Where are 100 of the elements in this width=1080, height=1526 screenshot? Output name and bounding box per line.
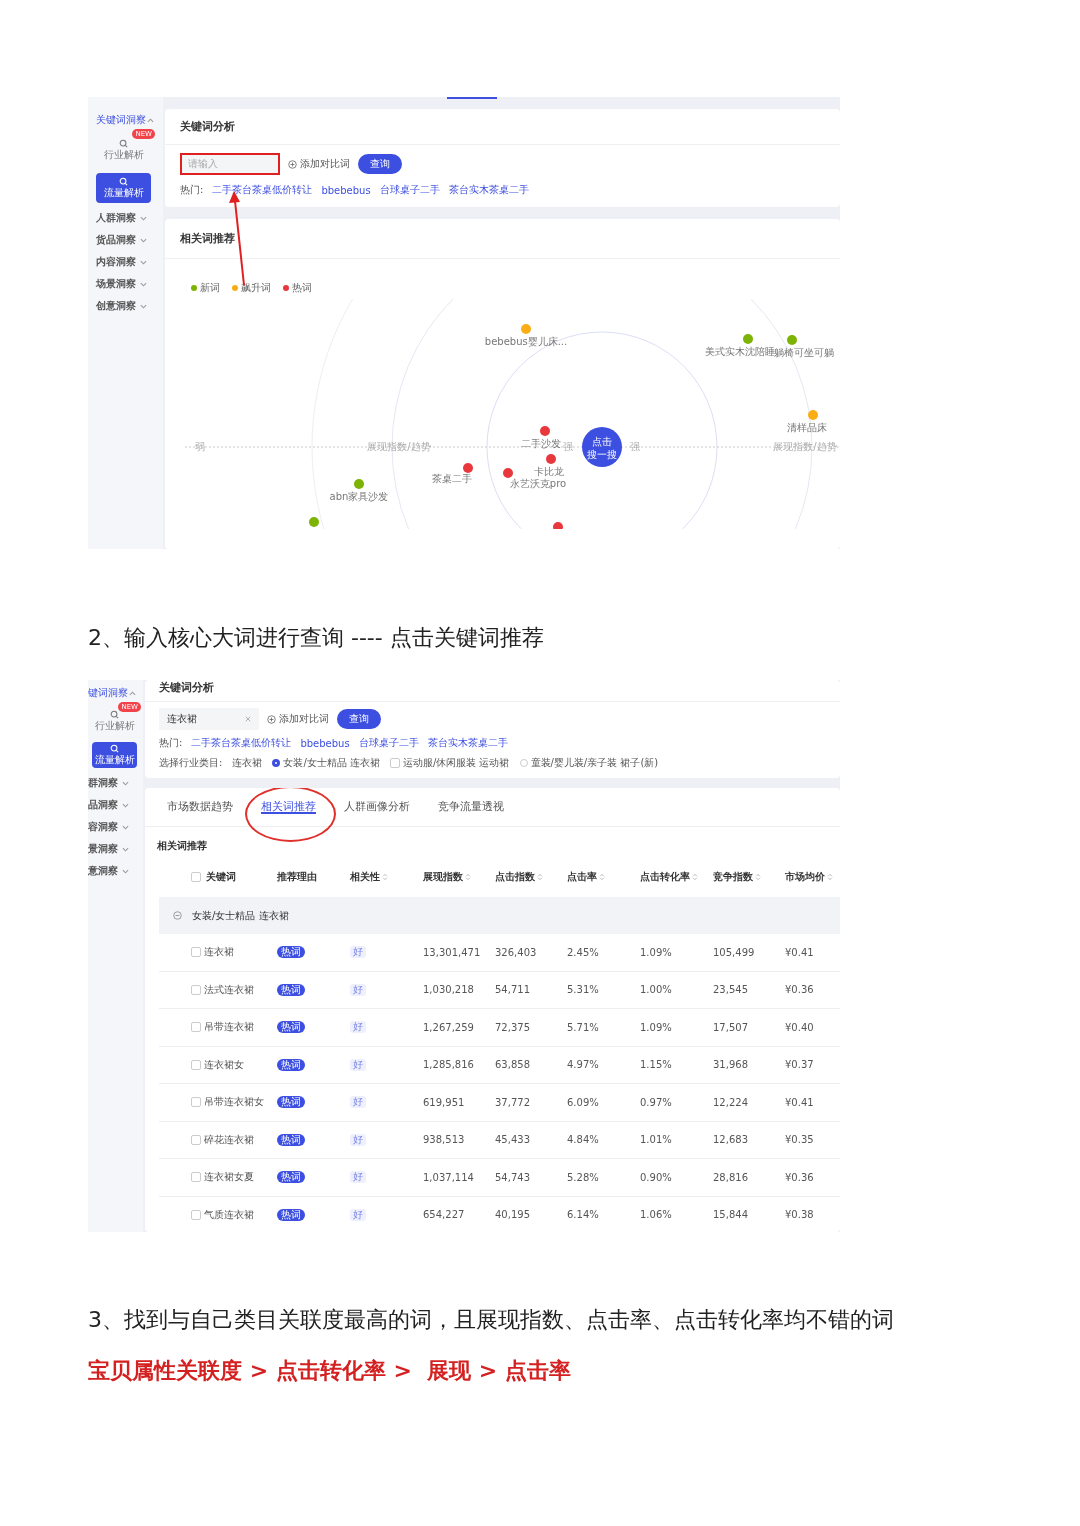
keyword-dot[interactable]	[743, 334, 753, 344]
checkbox[interactable]	[389, 758, 400, 768]
checkbox[interactable]	[191, 1172, 201, 1183]
sidebar-item[interactable]: 流量解析	[96, 173, 151, 203]
relevance-tag: 好	[350, 946, 366, 959]
checkbox[interactable]	[191, 1209, 201, 1220]
tab[interactable]: 竞争流量透视	[438, 800, 504, 812]
sort-icon	[382, 873, 388, 881]
sidebar-group[interactable]: 品洞察	[88, 798, 129, 812]
keyword-dot[interactable]	[521, 324, 531, 334]
checkbox[interactable]	[191, 984, 201, 995]
checkbox[interactable]	[191, 1097, 201, 1108]
table-cell: ¥0.36	[785, 984, 814, 996]
table-cell: 1,285,816	[423, 1059, 474, 1071]
column-header[interactable]: 市场均价	[785, 870, 840, 884]
table-cell: 15,844	[713, 1209, 748, 1221]
table-cell: 4.84%	[567, 1134, 599, 1146]
sidebar-group[interactable]: 意洞察	[88, 864, 129, 878]
column-header[interactable]: 推荐理由	[277, 870, 350, 884]
table-cell: ¥0.41	[785, 1096, 814, 1108]
hot-keyword-link[interactable]: bbebebus	[321, 184, 371, 196]
hot-keyword-link[interactable]: 台球桌子二手	[358, 736, 419, 750]
group-row[interactable]: 女装/女士精品 连衣裙	[159, 897, 840, 934]
keyword-dot[interactable]	[354, 479, 364, 489]
checkbox[interactable]	[191, 1134, 201, 1145]
sort-icon	[599, 873, 605, 881]
column-header[interactable]: 点击转化率	[640, 870, 713, 884]
search-bubble-button[interactable]: 点击 搜一搜	[582, 427, 622, 467]
search-icon	[119, 176, 128, 186]
keyword-dot[interactable]	[503, 468, 513, 478]
table-cell: ¥0.35	[785, 1134, 814, 1146]
table-cell: 1.00%	[640, 984, 672, 996]
section-title: 相关词推荐	[156, 839, 208, 853]
hot-keyword-link[interactable]: 茶台实木茶桌二手	[448, 183, 529, 197]
table-cell: 1.15%	[640, 1059, 672, 1071]
hot-label: 热门:	[159, 736, 183, 750]
query-button[interactable]: 查询	[337, 709, 381, 729]
keyword-dot[interactable]	[463, 463, 473, 473]
hot-keyword-link[interactable]: 茶台实木茶桌二手	[427, 736, 508, 750]
column-header[interactable]: 点击率	[567, 870, 640, 884]
keyword-cell: 连衣裙女	[204, 1057, 244, 1072]
checkbox[interactable]	[191, 1022, 201, 1033]
table-cell: 1.06%	[640, 1209, 672, 1221]
table-cell: 1,267,259	[423, 1021, 474, 1033]
radio-button[interactable]	[272, 759, 281, 767]
reason-badge: 热词	[277, 1021, 305, 1034]
table-cell: 5.71%	[567, 1021, 599, 1033]
sidebar-group[interactable]: 场景洞察	[96, 277, 147, 291]
column-header[interactable]: 点击指数	[495, 870, 567, 884]
tab[interactable]: 市场数据趋势	[167, 800, 233, 812]
keyword-dot[interactable]	[787, 335, 797, 345]
axis-label: 强	[563, 441, 573, 452]
sidebar-group[interactable]: 人群洞察	[96, 211, 147, 225]
tab[interactable]: 人群画像分析	[344, 800, 410, 812]
hot-keyword-link[interactable]: 台球桌子二手	[379, 183, 440, 197]
sidebar-section[interactable]: 关键词洞察	[96, 113, 154, 127]
keyword-label: 二手沙发	[521, 438, 561, 449]
hot-keyword-link[interactable]: 二手茶台茶桌低价转让	[212, 183, 313, 197]
add-compare-link[interactable]: 添加对比词	[288, 157, 350, 171]
column-header[interactable]: 相关性	[350, 870, 423, 884]
table-cell: 4.97%	[567, 1059, 599, 1071]
table-cell: 40,195	[495, 1209, 530, 1221]
table-cell: 37,772	[495, 1096, 530, 1108]
sidebar-group[interactable]: 货品洞察	[96, 233, 147, 247]
checkbox[interactable]	[191, 1059, 201, 1070]
checkbox[interactable]	[191, 947, 201, 958]
hot-keyword-link[interactable]: bbebebus	[300, 737, 350, 749]
sidebar-item[interactable]: 流量解析	[92, 742, 137, 768]
query-button[interactable]: 查询	[358, 154, 402, 174]
search-field[interactable]: 连衣裙	[159, 708, 259, 730]
table-cell: 0.90%	[640, 1171, 672, 1183]
category-text: 连衣裙	[232, 756, 263, 770]
hot-keyword-link[interactable]: 二手茶台茶桌低价转让	[191, 736, 292, 750]
sidebar-section[interactable]: 键词洞察	[88, 686, 136, 700]
keyword-cell: 吊带连衣裙	[204, 1020, 254, 1035]
sidebar-group[interactable]: 群洞察	[88, 776, 129, 790]
keyword-dot[interactable]	[540, 426, 550, 436]
sidebar-group[interactable]: 容洞察	[88, 820, 129, 834]
reason-badge: 热词	[277, 1133, 305, 1146]
sidebar-group[interactable]: 内容洞察	[96, 255, 147, 269]
keyword-cell: 法式连衣裙	[204, 982, 254, 997]
keyword-cell: 连衣裙	[204, 945, 234, 960]
reason-badge: 热词	[277, 983, 305, 996]
sidebar-group[interactable]: 创意洞察	[96, 299, 147, 313]
tab[interactable]: 相关词推荐	[261, 800, 316, 814]
clear-icon[interactable]	[245, 716, 251, 722]
column-header[interactable]: 关键词	[191, 870, 277, 884]
table-cell: 28,816	[713, 1171, 748, 1183]
keyword-dot[interactable]	[808, 410, 818, 420]
sidebar-group[interactable]: 景洞察	[88, 842, 129, 856]
checkbox[interactable]	[191, 872, 201, 882]
relevance-tag: 好	[350, 1096, 366, 1109]
reason-badge: 热词	[277, 1171, 305, 1184]
table-cell: ¥0.38	[785, 1209, 814, 1221]
keyword-dot[interactable]	[309, 517, 319, 527]
column-header[interactable]: 竞争指数	[713, 870, 785, 884]
plus-icon	[288, 159, 297, 169]
column-header[interactable]: 展现指数	[423, 870, 495, 884]
keyword-dot[interactable]	[546, 454, 556, 464]
add-compare-link[interactable]: 添加对比词	[267, 712, 329, 726]
